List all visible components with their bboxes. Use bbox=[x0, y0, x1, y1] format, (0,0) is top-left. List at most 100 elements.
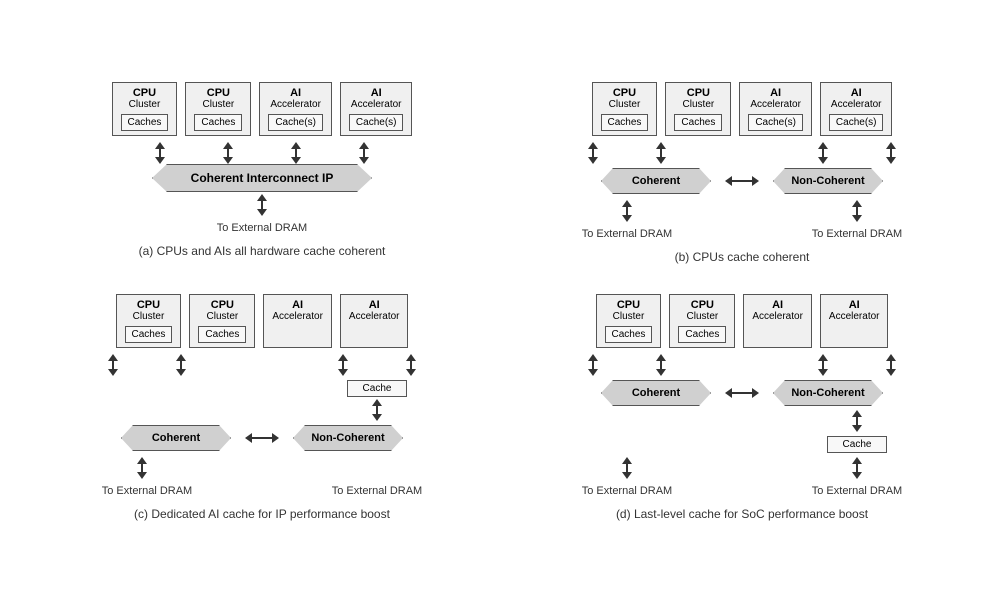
cpu-cluster-1-a: CPU Cluster Caches bbox=[112, 82, 178, 136]
cache-c-1: Caches bbox=[198, 326, 246, 343]
arrowhead-down bbox=[656, 369, 666, 376]
arrow-segment bbox=[159, 149, 161, 157]
diagram-b: CPU Cluster Caches CPU Cluster Caches AI… bbox=[512, 82, 972, 264]
arrow-segment bbox=[295, 149, 297, 157]
cache-b-0: Caches bbox=[601, 114, 649, 131]
arrow-segment bbox=[856, 207, 858, 215]
horiz-line bbox=[252, 437, 272, 439]
non-coherent-banner-c: Non-Coherent bbox=[293, 425, 403, 451]
arrowhead-up bbox=[257, 194, 267, 201]
arrowhead-down bbox=[406, 369, 416, 376]
ai-acc-2-d: AI Accelerator bbox=[820, 294, 889, 348]
dram-label-c-1: To External DRAM bbox=[332, 485, 422, 497]
cache-a-1: Caches bbox=[194, 114, 242, 131]
ai-acc-1-c: AI Accelerator bbox=[263, 294, 332, 348]
arrow-segment bbox=[592, 149, 594, 157]
arrow-dram-b-0 bbox=[622, 200, 632, 222]
arrow-dram-d-0 bbox=[622, 457, 632, 479]
arrowhead-up bbox=[223, 142, 233, 149]
arrowhead-up bbox=[588, 142, 598, 149]
horiz-arrow-c bbox=[245, 433, 279, 443]
horiz-line bbox=[732, 180, 752, 182]
arrowhead-down bbox=[588, 157, 598, 164]
arrow-ai-cache-c bbox=[372, 399, 382, 421]
arrowhead-up bbox=[886, 354, 896, 361]
arrowhead-down bbox=[155, 157, 165, 164]
arrow-dram-d-1 bbox=[852, 457, 862, 479]
banners-row-c: Coherent Non-Coherent bbox=[121, 425, 403, 451]
arrowhead-up bbox=[338, 354, 348, 361]
cpu-cluster-1-d: CPU Cluster Caches bbox=[596, 294, 662, 348]
arrow-left bbox=[725, 388, 732, 398]
cpu-cluster-1-b: CPU Cluster Caches bbox=[592, 82, 658, 136]
arrow-segment bbox=[856, 464, 858, 472]
caption-d: (d) Last-level cache for SoC performance… bbox=[616, 507, 868, 521]
arrowhead-up bbox=[886, 142, 896, 149]
arrow-segment bbox=[112, 361, 114, 369]
llc-cache-d: Cache bbox=[827, 436, 887, 453]
cache-a-3: Cache(s) bbox=[349, 114, 404, 131]
arrowhead-up bbox=[818, 354, 828, 361]
caption-a: (a) CPUs and AIs all hardware cache cohe… bbox=[139, 244, 386, 258]
arrow-c-0 bbox=[83, 354, 143, 376]
arrow-segment bbox=[890, 149, 892, 157]
arrowhead-up bbox=[852, 457, 862, 464]
arrowhead-down bbox=[588, 369, 598, 376]
arrow-d-3 bbox=[861, 354, 921, 376]
arrow-d-0 bbox=[563, 354, 623, 376]
arrowhead-down bbox=[176, 369, 186, 376]
arrow-left bbox=[725, 176, 732, 186]
arrow-right bbox=[272, 433, 279, 443]
arrowhead-up bbox=[137, 457, 147, 464]
arrowhead-up bbox=[372, 399, 382, 406]
arrowhead-up bbox=[588, 354, 598, 361]
dram-label-d-1: To External DRAM bbox=[812, 485, 902, 497]
arrow-c-3 bbox=[381, 354, 441, 376]
arrow-segment bbox=[626, 207, 628, 215]
arrowhead-up bbox=[108, 354, 118, 361]
arrowhead-down bbox=[223, 157, 233, 164]
diagrams-grid: CPU Cluster Caches CPU Cluster Caches AI… bbox=[32, 82, 972, 521]
dram-label-c-0: To External DRAM bbox=[102, 485, 192, 497]
arrow-c-2 bbox=[313, 354, 373, 376]
cpu-cluster-1-c: CPU Cluster Caches bbox=[116, 294, 182, 348]
arrow-segment bbox=[626, 464, 628, 472]
arrow-segment bbox=[822, 149, 824, 157]
cpu-cluster-2-b: CPU Cluster Caches bbox=[665, 82, 731, 136]
horiz-arrow-b bbox=[725, 176, 759, 186]
arrow-a-2 bbox=[266, 142, 326, 164]
ai-cache-c: Cache bbox=[347, 380, 407, 397]
arrowhead-up bbox=[176, 354, 186, 361]
arrowhead-up bbox=[155, 142, 165, 149]
arrowhead-down bbox=[257, 209, 267, 216]
non-coherent-banner-b: Non-Coherent bbox=[773, 168, 883, 194]
arrow-segment bbox=[141, 464, 143, 472]
arrowhead-up bbox=[818, 142, 828, 149]
arrowhead-down bbox=[137, 472, 147, 479]
arrowhead-down bbox=[291, 157, 301, 164]
arrowhead-down bbox=[818, 369, 828, 376]
caption-b: (b) CPUs cache coherent bbox=[675, 250, 810, 264]
cache-d-0: Caches bbox=[605, 326, 653, 343]
nodes-row-b: CPU Cluster Caches CPU Cluster Caches AI… bbox=[592, 82, 893, 136]
diagram-c: CPU Cluster Caches CPU Cluster Caches AI… bbox=[32, 294, 492, 521]
arrow-b-2 bbox=[793, 142, 853, 164]
arrow-a-3 bbox=[334, 142, 394, 164]
arrow-segment bbox=[660, 149, 662, 157]
cache-c-0: Caches bbox=[125, 326, 173, 343]
ai-acc-1-a: AI Accelerator Cache(s) bbox=[259, 82, 332, 136]
arrow-c-1 bbox=[151, 354, 211, 376]
arrow-dram-b-1 bbox=[852, 200, 862, 222]
arrowhead-down bbox=[852, 425, 862, 432]
banners-row-b: Coherent Non-Coherent bbox=[601, 168, 883, 194]
coherent-banner-c: Coherent bbox=[121, 425, 231, 451]
dram-label-b-0: To External DRAM bbox=[582, 228, 672, 240]
arrow-segment bbox=[376, 406, 378, 414]
arrow-segment bbox=[180, 361, 182, 369]
arrow-segment bbox=[363, 149, 365, 157]
arrowhead-down bbox=[818, 157, 828, 164]
cache-d-1: Caches bbox=[678, 326, 726, 343]
arrow-segment bbox=[660, 361, 662, 369]
arrow-segment bbox=[410, 361, 412, 369]
arrow-b-0 bbox=[563, 142, 623, 164]
